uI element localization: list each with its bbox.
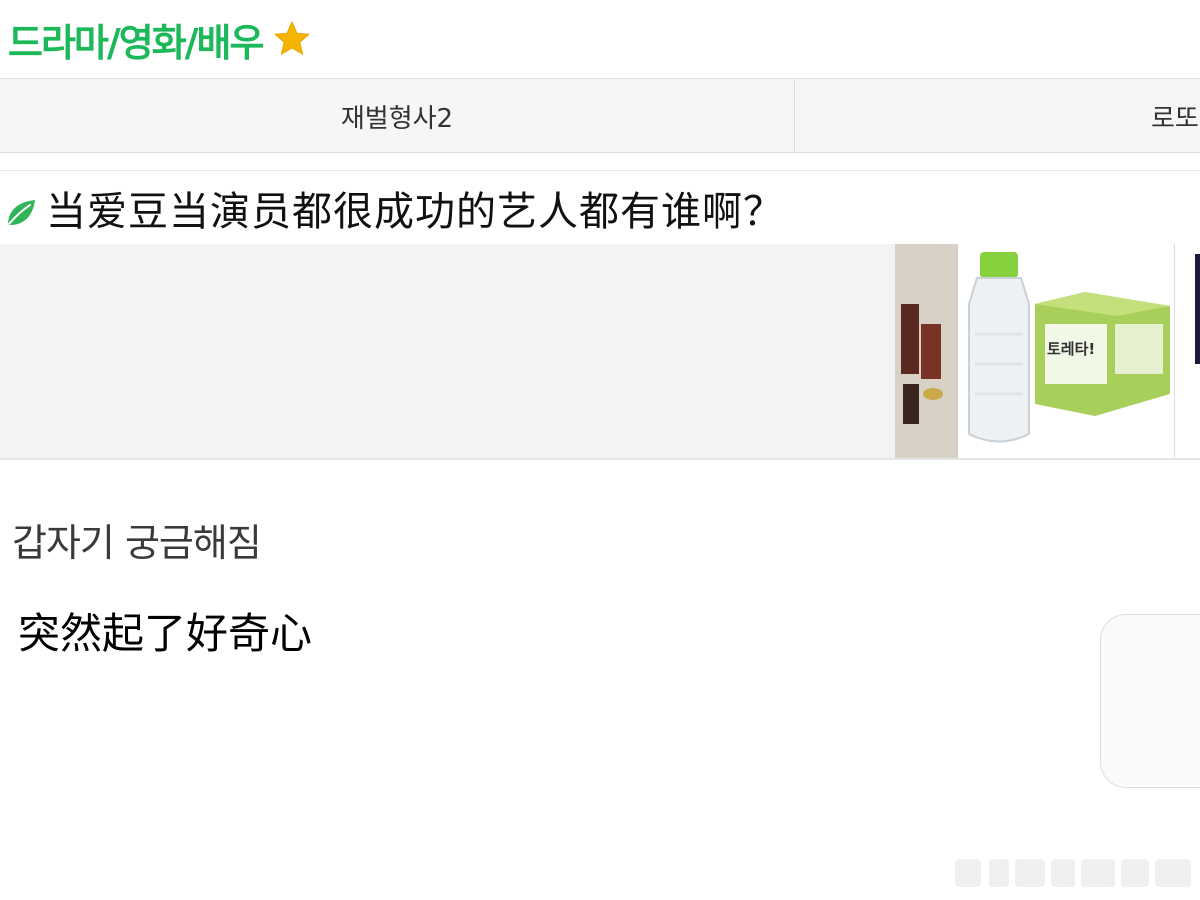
star-icon[interactable] (272, 19, 312, 59)
leaf-icon (8, 200, 35, 225)
post-body-text: 갑자기 궁금해짐 (12, 521, 262, 565)
post-title-row: 当爱豆当演员都很成功的艺人都有谁啊？ (0, 172, 1200, 244)
tab-label: 재벌형사2 (340, 103, 454, 134)
post-body-translation: 突然起了好奇心 (18, 609, 313, 658)
tab-item[interactable]: 재벌형사2 (0, 79, 795, 153)
tab-label: 로또 (1151, 103, 1199, 134)
divider (0, 170, 1200, 171)
watermark-logo (955, 859, 1191, 887)
tab-item[interactable]: 로또 (1151, 79, 1200, 153)
ad-banner[interactable]: 토레타! (0, 244, 1200, 458)
ad-product-label: 토레타! (1047, 340, 1095, 358)
category-title[interactable]: 드라마/영화/배우 (8, 12, 264, 67)
tab-bar: 재벌형사2 로또 (0, 78, 1200, 153)
ad-product-image[interactable]: 토레타! (895, 244, 1200, 458)
divider (0, 458, 1200, 460)
post-title: 当爱豆当演员都很成功的艺人都有谁啊？ (46, 189, 784, 235)
side-panel[interactable] (1100, 614, 1200, 788)
category-header: 드라마/영화/배우 (0, 0, 1200, 78)
